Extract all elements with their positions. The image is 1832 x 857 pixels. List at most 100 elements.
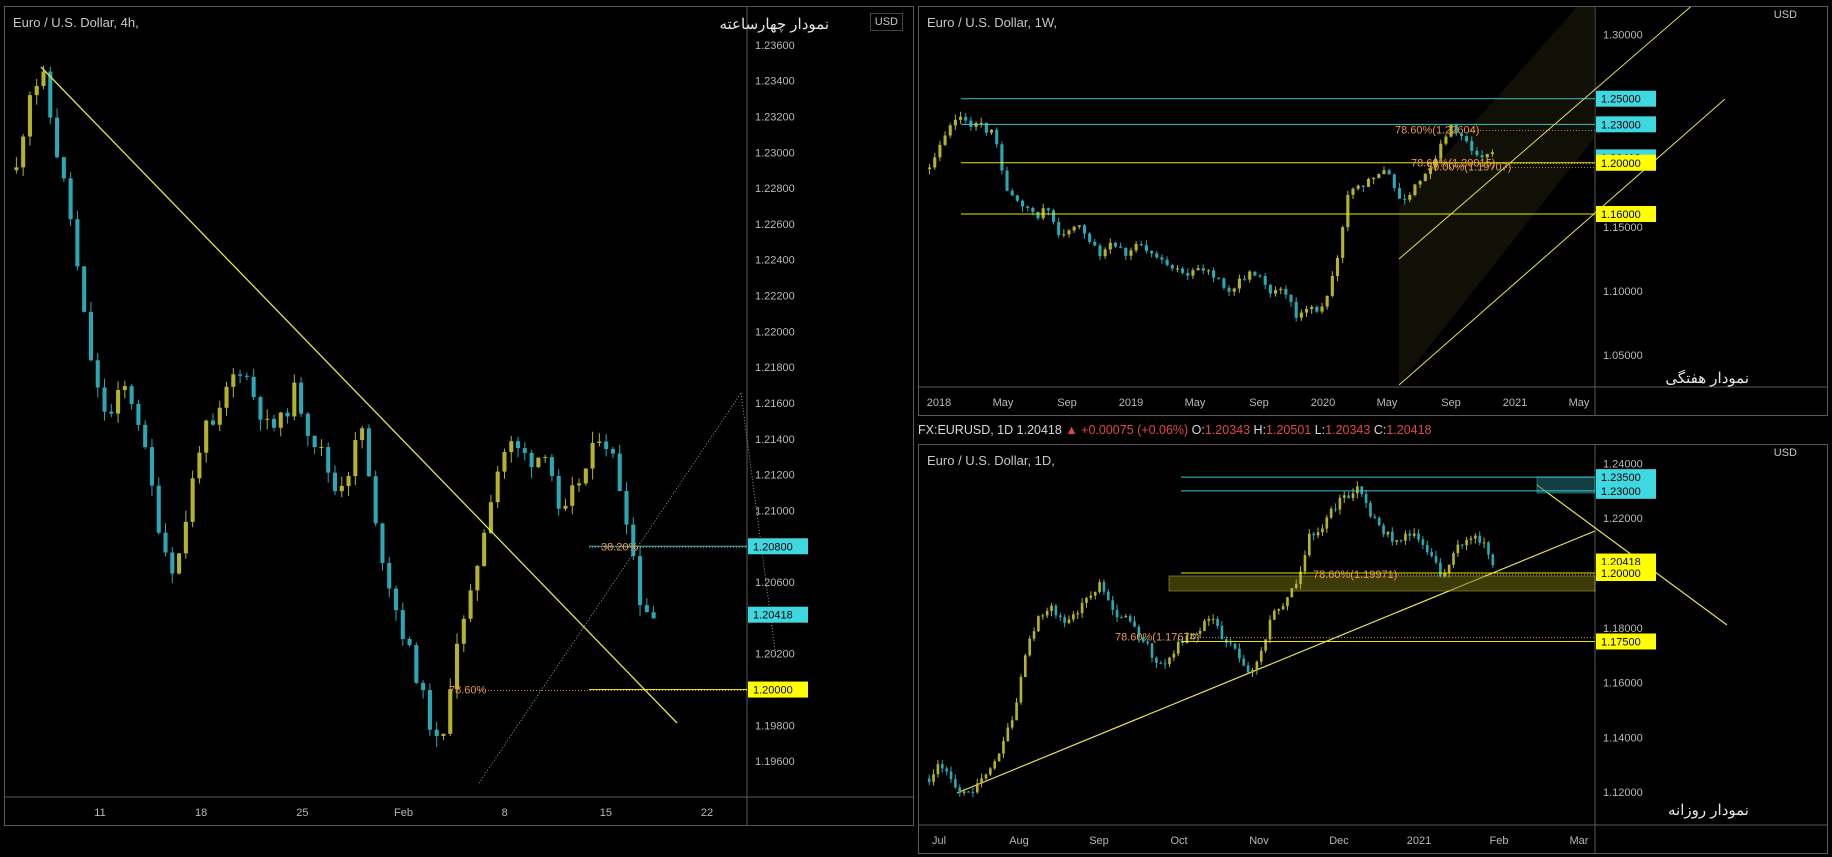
- candle-body: [1031, 208, 1035, 212]
- candle-body: [1351, 493, 1355, 499]
- candle-body: [482, 532, 487, 566]
- candle-body: [964, 116, 968, 121]
- candle-body: [1329, 508, 1333, 518]
- y-tick-label: 1.19800: [755, 720, 795, 732]
- candle-body: [522, 448, 527, 453]
- candle-body: [1168, 657, 1171, 664]
- chart-panel-1d[interactable]: 1.24000 1.22000 1.20000 1.18000 1.16000 1.140…: [918, 444, 1828, 854]
- candle-body: [928, 167, 932, 170]
- candle-body: [1023, 655, 1027, 677]
- price-label: 1.20800: [753, 541, 793, 553]
- candle-body: [1026, 206, 1030, 209]
- y-tick-label: 1.18000: [1603, 623, 1643, 635]
- y-tick-label: 1.22000: [1603, 513, 1643, 525]
- candle-body: [156, 485, 161, 533]
- candle-body: [1233, 643, 1237, 649]
- candle-body: [1015, 195, 1019, 201]
- candle-body: [1281, 606, 1285, 610]
- candle-body: [1203, 620, 1206, 632]
- candle-body: [1155, 253, 1159, 258]
- y-tick-label: 1.12000: [1603, 787, 1643, 799]
- chart-caption-1w: نمودار هفتگی: [1665, 370, 1749, 387]
- candle-body: [468, 590, 473, 619]
- candle-body: [597, 441, 602, 443]
- candle-body: [536, 457, 541, 468]
- chart-panel-1w[interactable]: 1.30000 1.25000 1.20000 1.15000 1.10000 1.050…: [918, 6, 1828, 416]
- candle-body: [1077, 225, 1081, 227]
- candle-body: [1490, 152, 1494, 155]
- chart-caption-4h: نمودار چهارساعته: [719, 16, 829, 33]
- candle-body: [1113, 242, 1118, 247]
- candle-body: [1085, 597, 1088, 603]
- candle-body: [217, 407, 222, 425]
- candle-body: [116, 389, 121, 414]
- candle-body: [1430, 552, 1433, 557]
- legend-close: 1.20418: [1386, 423, 1432, 437]
- candle-body: [400, 610, 405, 639]
- candle-body: [1067, 619, 1071, 623]
- price-label: 1.20000: [753, 685, 793, 697]
- chart-1w-svg[interactable]: 1.30000 1.25000 1.20000 1.15000 1.10000 1.050…: [919, 7, 1827, 415]
- candle-body: [971, 792, 975, 794]
- x-tick-label: Oct: [1170, 835, 1187, 847]
- candle-body: [407, 638, 412, 646]
- y-tick-label: 1.19600: [755, 756, 795, 768]
- candle-body: [556, 475, 561, 509]
- candle-body: [332, 472, 338, 492]
- chart-4h-svg[interactable]: 1.23600 1.23400 1.23200 1.23000 1.22800 1.226…: [5, 7, 913, 825]
- candle-body: [1351, 188, 1355, 195]
- candle-body: [953, 119, 957, 126]
- candle-body: [1341, 227, 1345, 258]
- x-tick-label: Feb: [1490, 835, 1509, 847]
- candle-body: [1089, 595, 1093, 598]
- candle-body: [55, 117, 60, 158]
- candle-body: [1129, 250, 1133, 256]
- candle-body: [1063, 617, 1066, 623]
- fib-label: 78.60%(1.17674): [1115, 632, 1199, 644]
- candle-body: [244, 375, 249, 377]
- channel-fill-1w: [1399, 7, 1595, 385]
- candle-body: [570, 485, 575, 506]
- candle-body: [1196, 268, 1200, 271]
- x-tick-label: Aug: [1009, 835, 1029, 847]
- candle-body: [993, 761, 997, 769]
- candle-body: [421, 682, 426, 691]
- candle-body: [1191, 270, 1195, 276]
- y-tick-label: 1.14000: [1603, 732, 1643, 744]
- candle-body: [1058, 615, 1062, 618]
- currency-button-4h[interactable]: USD: [869, 13, 903, 31]
- candle-body: [1108, 242, 1112, 250]
- candle-body: [1111, 600, 1115, 610]
- legend-high-label: H:: [1253, 423, 1267, 437]
- chart-panel-4h[interactable]: 1.23600 1.23400 1.23200 1.23000 1.22800 1.226…: [4, 6, 914, 826]
- candle-body: [515, 441, 521, 449]
- candle-body: [962, 791, 966, 793]
- x-tick-label: 2018: [927, 397, 951, 409]
- candle-body: [1139, 244, 1143, 246]
- candle-body: [1072, 226, 1076, 231]
- candle-body: [1032, 631, 1036, 639]
- candle-body: [380, 523, 385, 563]
- candle-body: [1307, 533, 1311, 556]
- candle-body: [1144, 245, 1149, 251]
- candle-body: [1207, 618, 1211, 621]
- price-label: 1.20000: [1601, 568, 1641, 580]
- candle-body: [1356, 185, 1360, 189]
- legend-price: 1.20418: [1016, 423, 1062, 437]
- candle-body: [1010, 190, 1014, 196]
- candle-body: [549, 457, 554, 476]
- ascending-trendline-1d: [956, 530, 1596, 794]
- candle-body: [265, 418, 270, 420]
- x-tick-label: 22: [701, 807, 713, 819]
- price-label: 1.17500: [1601, 636, 1641, 648]
- candle-body: [190, 478, 195, 522]
- candle-body: [149, 447, 155, 486]
- candle-body: [1334, 508, 1337, 510]
- x-tick-label: 2019: [1119, 397, 1143, 409]
- candle-body: [360, 428, 365, 441]
- candle-body: [958, 787, 962, 793]
- candle-body: [997, 753, 1001, 762]
- candle-body: [373, 476, 378, 524]
- chart-1d-svg[interactable]: 1.24000 1.22000 1.20000 1.18000 1.16000 1.140…: [919, 445, 1827, 853]
- candle-body: [1050, 605, 1053, 611]
